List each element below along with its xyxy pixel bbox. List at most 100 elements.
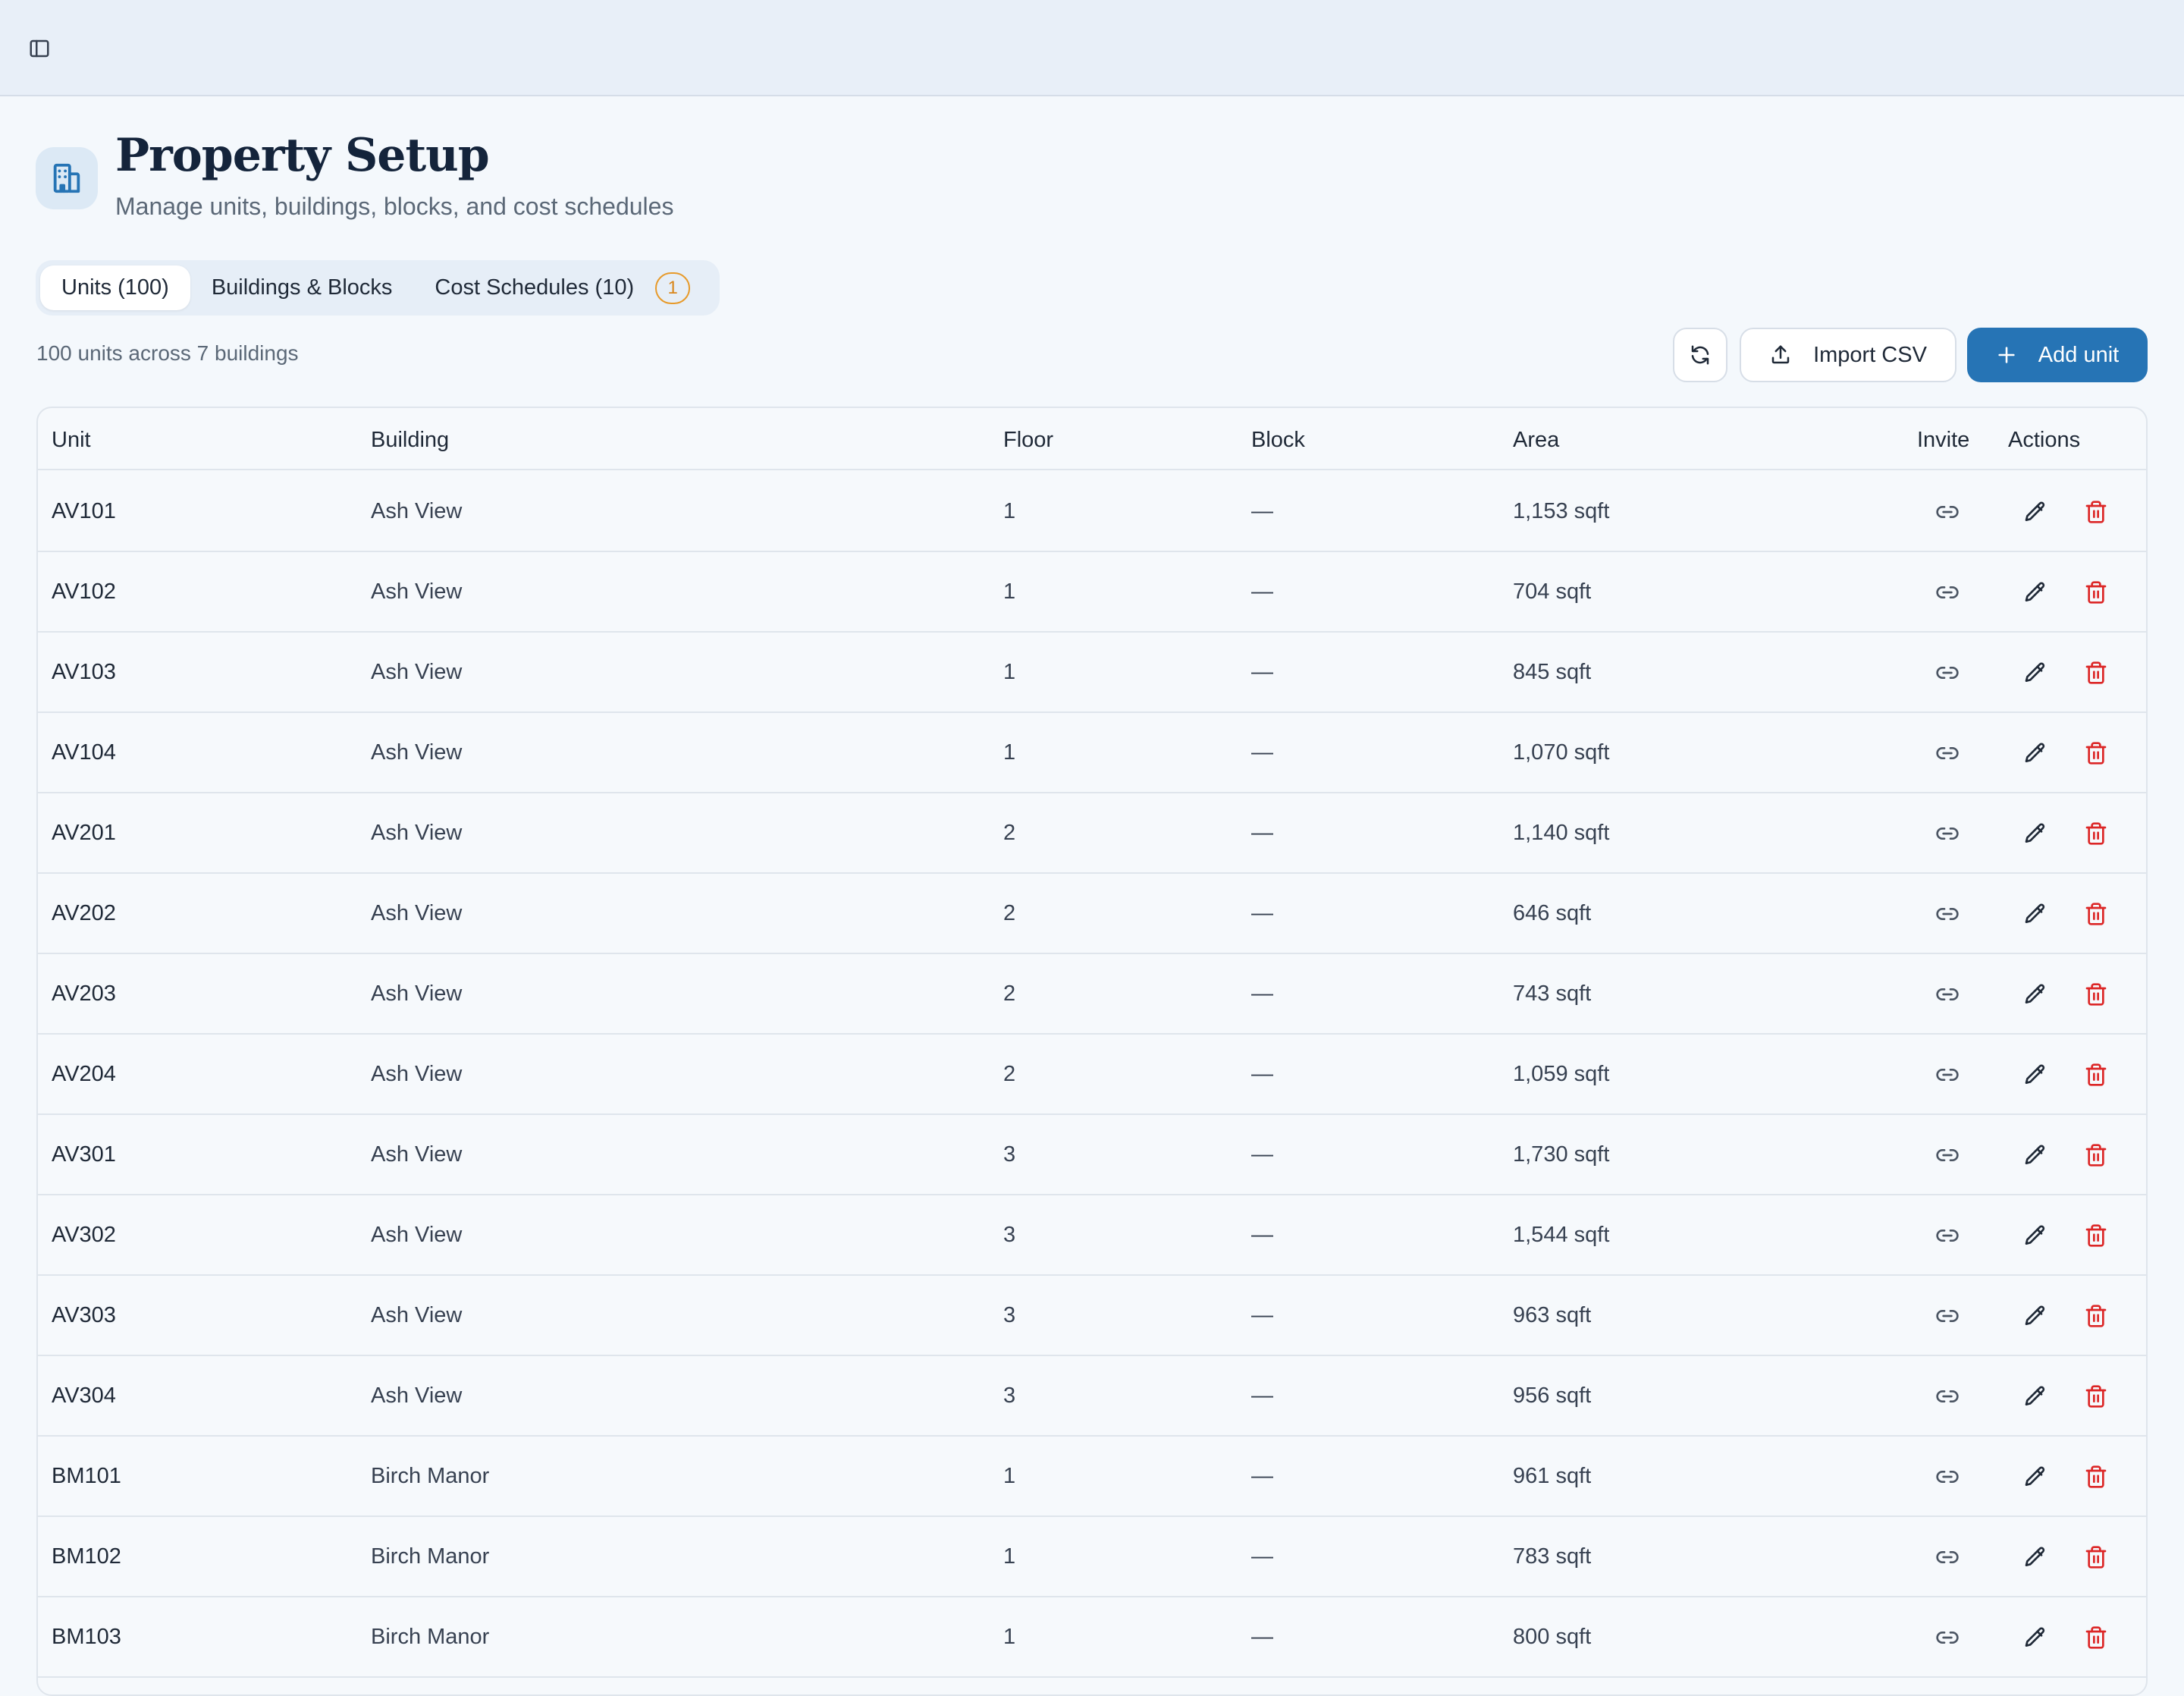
trash-icon[interactable] bbox=[2082, 900, 2110, 928]
cell-unit: AV102 bbox=[52, 579, 116, 604]
cell-building: Ash View bbox=[371, 579, 463, 604]
cell-area: 963 sqft bbox=[1513, 1303, 1592, 1327]
cell-unit: AV204 bbox=[52, 1062, 116, 1086]
cell-floor: 3 bbox=[1003, 1383, 1016, 1408]
trash-icon[interactable] bbox=[2082, 1544, 2110, 1571]
link-icon[interactable] bbox=[1934, 1142, 1961, 1169]
cell-area: 845 sqft bbox=[1513, 660, 1592, 684]
sidebar-toggle-icon[interactable] bbox=[26, 35, 53, 62]
link-icon[interactable] bbox=[1934, 579, 1961, 606]
pencil-icon[interactable] bbox=[2022, 1624, 2049, 1651]
column-header-invite: Invite bbox=[1917, 428, 1970, 452]
cell-block: — bbox=[1251, 499, 1273, 523]
trash-icon[interactable] bbox=[2082, 740, 2110, 767]
tab-buildings-blocks[interactable]: Buildings & Blocks bbox=[190, 265, 414, 310]
link-icon[interactable] bbox=[1934, 1463, 1961, 1490]
tab-cost-schedules[interactable]: Cost Schedules (10) 1 bbox=[413, 265, 711, 310]
link-icon[interactable] bbox=[1934, 900, 1961, 928]
link-icon[interactable] bbox=[1934, 1222, 1961, 1249]
cell-floor: 1 bbox=[1003, 1464, 1016, 1488]
pencil-icon[interactable] bbox=[2022, 659, 2049, 686]
cell-unit: BM101 bbox=[52, 1464, 121, 1488]
cell-block: — bbox=[1251, 981, 1273, 1006]
table-row: AV301 Ash View 3 — 1,730 sqft bbox=[38, 1115, 2146, 1195]
pencil-icon[interactable] bbox=[2022, 579, 2049, 606]
column-header-building[interactable]: Building bbox=[371, 428, 449, 453]
refresh-button[interactable] bbox=[1673, 328, 1727, 382]
cell-block: — bbox=[1251, 1223, 1273, 1247]
cell-area: 1,544 sqft bbox=[1513, 1223, 1610, 1247]
pencil-icon[interactable] bbox=[2022, 1463, 2049, 1490]
tab-units[interactable]: Units (100) bbox=[40, 265, 190, 310]
table-row: AV304 Ash View 3 — 956 sqft bbox=[38, 1356, 2146, 1437]
link-icon[interactable] bbox=[1934, 1544, 1961, 1571]
cell-block: — bbox=[1251, 1464, 1273, 1488]
cell-building: Ash View bbox=[371, 1303, 463, 1327]
trash-icon[interactable] bbox=[2082, 1624, 2110, 1651]
trash-icon[interactable] bbox=[2082, 659, 2110, 686]
tab-cost-schedules-label: Cost Schedules (10) bbox=[435, 275, 635, 300]
cell-floor: 2 bbox=[1003, 981, 1016, 1006]
add-unit-button[interactable]: Add unit bbox=[1967, 328, 2148, 382]
column-header-area[interactable]: Area bbox=[1513, 428, 1559, 453]
trash-icon[interactable] bbox=[2082, 579, 2110, 606]
cell-floor: 1 bbox=[1003, 579, 1016, 604]
cell-block: — bbox=[1251, 579, 1273, 604]
pencil-icon[interactable] bbox=[2022, 740, 2049, 767]
link-icon[interactable] bbox=[1934, 1302, 1961, 1330]
cell-area: 1,140 sqft bbox=[1513, 821, 1610, 845]
pencil-icon[interactable] bbox=[2022, 1383, 2049, 1410]
trash-icon[interactable] bbox=[2082, 1383, 2110, 1410]
link-icon[interactable] bbox=[1934, 1624, 1961, 1651]
cell-unit: AV302 bbox=[52, 1223, 116, 1247]
trash-icon[interactable] bbox=[2082, 1463, 2110, 1490]
pencil-icon[interactable] bbox=[2022, 820, 2049, 847]
link-icon[interactable] bbox=[1934, 1383, 1961, 1410]
pencil-icon[interactable] bbox=[2022, 1222, 2049, 1249]
cell-area: 1,059 sqft bbox=[1513, 1062, 1610, 1086]
cell-block: — bbox=[1251, 1142, 1273, 1167]
pencil-icon[interactable] bbox=[2022, 1061, 2049, 1088]
cell-unit: AV203 bbox=[52, 981, 116, 1006]
trash-icon[interactable] bbox=[2082, 1222, 2110, 1249]
cell-block: — bbox=[1251, 740, 1273, 765]
cell-unit: AV303 bbox=[52, 1303, 116, 1327]
cell-area: 646 sqft bbox=[1513, 901, 1592, 925]
pencil-icon[interactable] bbox=[2022, 900, 2049, 928]
link-icon[interactable] bbox=[1934, 981, 1961, 1008]
trash-icon[interactable] bbox=[2082, 820, 2110, 847]
top-bar bbox=[0, 0, 2184, 96]
pencil-icon[interactable] bbox=[2022, 1544, 2049, 1571]
pencil-icon[interactable] bbox=[2022, 1142, 2049, 1169]
link-icon[interactable] bbox=[1934, 498, 1961, 526]
cell-building: Birch Manor bbox=[371, 1544, 490, 1569]
cell-area: 783 sqft bbox=[1513, 1544, 1592, 1569]
table-row: AV303 Ash View 3 — 963 sqft bbox=[38, 1276, 2146, 1356]
cell-area: 1,070 sqft bbox=[1513, 740, 1610, 765]
column-header-block[interactable]: Block bbox=[1251, 428, 1305, 453]
cell-building: Ash View bbox=[371, 1062, 463, 1086]
trash-icon[interactable] bbox=[2082, 981, 2110, 1008]
link-icon[interactable] bbox=[1934, 740, 1961, 767]
table-header: Unit Building Floor Block Area Invite Ac… bbox=[38, 408, 2146, 470]
link-icon[interactable] bbox=[1934, 1061, 1961, 1088]
import-csv-button[interactable]: Import CSV bbox=[1740, 328, 1956, 382]
cell-area: 961 sqft bbox=[1513, 1464, 1592, 1488]
column-header-floor[interactable]: Floor bbox=[1003, 428, 1053, 453]
import-csv-label: Import CSV bbox=[1813, 342, 1927, 367]
trash-icon[interactable] bbox=[2082, 498, 2110, 526]
cell-floor: 1 bbox=[1003, 499, 1016, 523]
cell-floor: 1 bbox=[1003, 740, 1016, 765]
link-icon[interactable] bbox=[1934, 820, 1961, 847]
trash-icon[interactable] bbox=[2082, 1142, 2110, 1169]
cell-unit: AV202 bbox=[52, 901, 116, 925]
cell-building: Ash View bbox=[371, 740, 463, 765]
trash-icon[interactable] bbox=[2082, 1302, 2110, 1330]
refresh-icon bbox=[1689, 344, 1712, 366]
column-header-unit[interactable]: Unit bbox=[52, 428, 91, 453]
link-icon[interactable] bbox=[1934, 659, 1961, 686]
pencil-icon[interactable] bbox=[2022, 981, 2049, 1008]
pencil-icon[interactable] bbox=[2022, 498, 2049, 526]
pencil-icon[interactable] bbox=[2022, 1302, 2049, 1330]
trash-icon[interactable] bbox=[2082, 1061, 2110, 1088]
